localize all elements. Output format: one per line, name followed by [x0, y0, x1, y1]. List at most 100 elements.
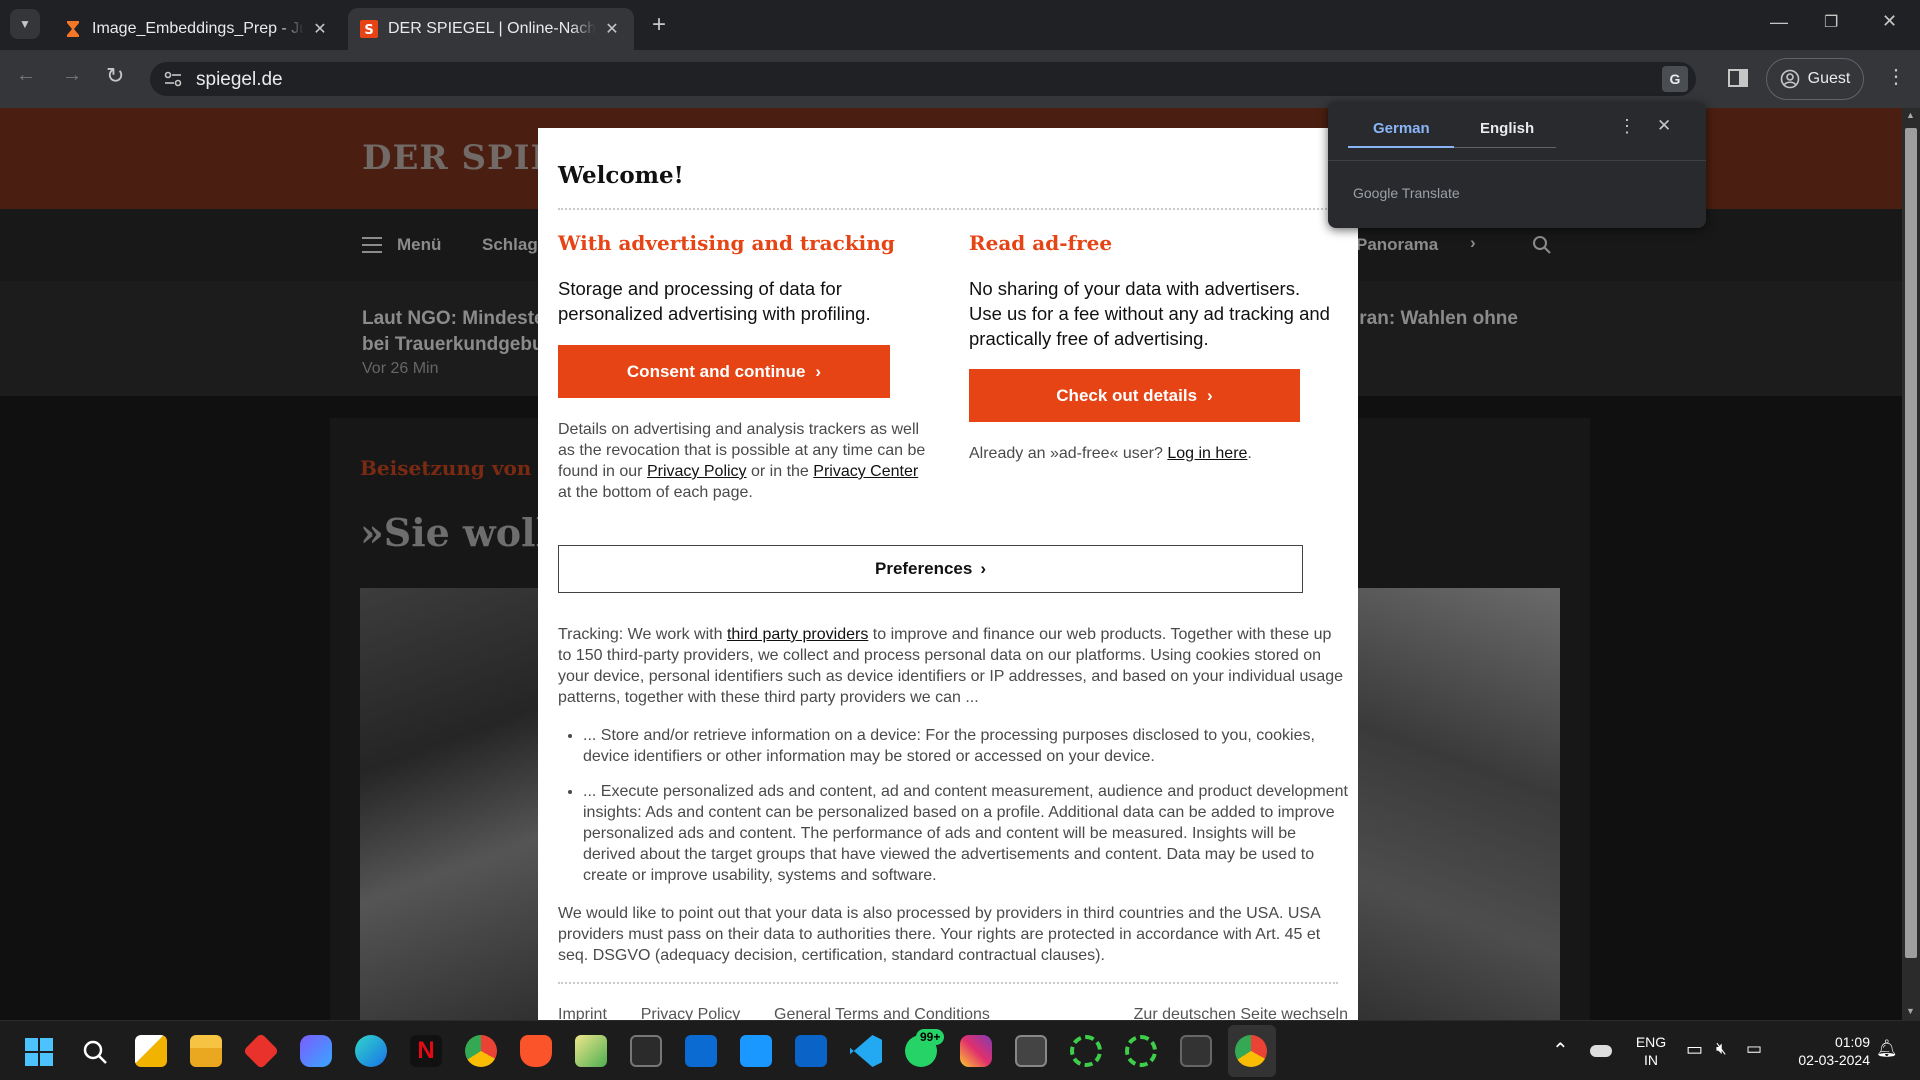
divider: [558, 982, 1338, 984]
app-icon-window[interactable]: [1015, 1035, 1047, 1067]
nav-menu[interactable]: Menü: [397, 235, 441, 255]
menu-icon[interactable]: ⋮: [1886, 64, 1906, 89]
chevron-right-icon: ›: [980, 559, 986, 578]
tab-underline: [1454, 147, 1556, 148]
privacy-policy-footer-link[interactable]: Privacy Policy: [641, 1006, 741, 1020]
display-icon[interactable]: ▭: [1686, 1039, 1703, 1060]
period: .: [1247, 445, 1252, 462]
forward-icon[interactable]: →: [62, 64, 82, 87]
close-tab-icon[interactable]: ✕: [602, 19, 622, 39]
address-bar[interactable]: spiegel.de G: [150, 62, 1696, 96]
battery-icon[interactable]: ▭: [1746, 1039, 1762, 1059]
german-page-link[interactable]: Zur deutschen Seite wechseln: [1134, 1006, 1348, 1020]
photos-icon[interactable]: [575, 1035, 607, 1067]
imprint-link[interactable]: Imprint: [558, 1006, 607, 1020]
google-translate-branding: Google Translate: [1353, 185, 1460, 201]
dialog-title: Welcome!: [558, 162, 684, 189]
brave-icon[interactable]: [520, 1035, 552, 1067]
tab-search-icon[interactable]: ▼: [10, 9, 40, 39]
site-info-icon[interactable]: [164, 71, 182, 87]
right-heading: Read ad-free: [969, 231, 1113, 255]
hourglass-icon: [67, 21, 79, 37]
dialog-footer: Imprint Privacy Policy General Terms and…: [558, 1006, 1348, 1020]
instagram-icon[interactable]: [960, 1035, 992, 1067]
terminal-icon[interactable]: [630, 1035, 662, 1067]
back-icon[interactable]: ←: [16, 64, 36, 87]
app-icon-ring-2[interactable]: [1125, 1035, 1157, 1067]
restore-icon[interactable]: ❐: [1824, 12, 1838, 32]
third-party-link[interactable]: third party providers: [727, 626, 868, 643]
notification-bell-icon[interactable]: 🔔︎: [1876, 1039, 1898, 1059]
tab-title: Image_Embeddings_Prep - Jupyter: [92, 20, 304, 37]
left-details: Details on advertising and analysis trac…: [558, 419, 933, 503]
sidepanel-icon[interactable]: [1728, 69, 1748, 87]
purpose-list: ... Store and/or retrieve information on…: [558, 725, 1348, 900]
edge-icon[interactable]: [355, 1035, 387, 1067]
store-icon[interactable]: [685, 1035, 717, 1067]
vscode-icon[interactable]: [850, 1035, 882, 1067]
more-options-icon[interactable]: ⋮: [1618, 116, 1636, 137]
svg-text:S: S: [364, 23, 373, 38]
account-icon: [1780, 69, 1799, 89]
netflix-icon[interactable]: N: [410, 1035, 442, 1067]
preferences-label: Preferences: [874, 559, 973, 578]
translate-icon[interactable]: G: [1662, 66, 1688, 92]
consent-dialog: Welcome! With advertising and tracking S…: [538, 128, 1358, 1020]
privacy-policy-link[interactable]: Privacy Policy: [647, 463, 747, 480]
time: 01:09: [1834, 1034, 1870, 1050]
details-text: or in the: [751, 463, 809, 480]
close-icon[interactable]: ✕: [1657, 116, 1671, 136]
file-explorer-icon[interactable]: [190, 1035, 222, 1067]
hamburger-icon[interactable]: [362, 237, 382, 253]
app-icon-red[interactable]: [242, 1032, 280, 1070]
chrome-active-icon[interactable]: [1235, 1035, 1267, 1067]
divider: [558, 208, 1338, 210]
outlook-icon[interactable]: [795, 1035, 827, 1067]
profile-button[interactable]: Guest: [1766, 58, 1864, 100]
terms-link[interactable]: General Terms and Conditions: [774, 1006, 990, 1020]
check-out-details-button[interactable]: Check out details ›: [969, 369, 1300, 422]
onedrive-icon[interactable]: [1590, 1045, 1612, 1057]
tab-spiegel[interactable]: S DER SPIEGEL | Online-Nachrichten ✕: [348, 8, 634, 50]
tab-german[interactable]: German: [1373, 120, 1430, 137]
close-tab-icon[interactable]: ✕: [310, 19, 330, 39]
language-indicator[interactable]: ENG IN: [1630, 1033, 1672, 1069]
prime-video-icon[interactable]: [740, 1035, 772, 1067]
scroll-up-icon[interactable]: ▲: [1906, 110, 1915, 120]
consent-button[interactable]: Consent and continue ›: [558, 345, 890, 398]
scrollbar-thumb[interactable]: [1905, 128, 1917, 958]
new-tab-icon[interactable]: +: [652, 11, 666, 39]
minimize-icon[interactable]: —: [1770, 12, 1788, 33]
login-link[interactable]: Log in here: [1167, 445, 1247, 462]
tab-jupyter[interactable]: Image_Embeddings_Prep - Jupyter ✕: [52, 8, 342, 50]
ticker-text-2[interactable]: bei Trauerkundgebu: [362, 334, 544, 356]
tracking-intro: Tracking: We work with: [558, 626, 723, 643]
app-icon-ring-1[interactable]: [1070, 1035, 1102, 1067]
widgets-icon[interactable]: [135, 1035, 167, 1067]
left-heading: With advertising and tracking: [558, 231, 895, 255]
terminal-app-icon[interactable]: [1180, 1035, 1212, 1067]
privacy-center-link[interactable]: Privacy Center: [813, 463, 918, 480]
ticker-text-1[interactable]: Laut NGO: Mindeste: [362, 308, 545, 330]
check-out-button-label: Check out details: [1056, 385, 1198, 405]
scroll-down-icon[interactable]: ▼: [1906, 1006, 1915, 1016]
preferences-button[interactable]: Preferences ›: [558, 545, 1303, 593]
search-icon[interactable]: [1532, 235, 1552, 255]
date: 02-03-2024: [1798, 1052, 1870, 1068]
nav-item-panorama[interactable]: Panorama: [1356, 235, 1438, 255]
copilot-icon[interactable]: [300, 1035, 332, 1067]
windows-start-icon[interactable]: [24, 1037, 54, 1067]
clock[interactable]: 01:09 02-03-2024: [1780, 1033, 1870, 1069]
chevron-up-icon[interactable]: ⌃: [1552, 1038, 1569, 1063]
already-text: Already an »ad-free« user?: [969, 445, 1163, 462]
ticker-text-right[interactable]: Iran: Wahlen ohne: [1354, 308, 1518, 330]
reload-icon[interactable]: ↻: [106, 63, 124, 89]
chrome-icon[interactable]: [465, 1035, 497, 1067]
tab-english[interactable]: English: [1480, 120, 1534, 137]
muted-volume-icon[interactable]: 🔇︎: [1716, 1039, 1727, 1059]
whatsapp-badge: 99+: [916, 1029, 945, 1045]
nav-next-icon[interactable]: ›: [1470, 233, 1476, 253]
search-icon[interactable]: [81, 1038, 109, 1066]
page-scrollbar[interactable]: ▲ ▼: [1902, 108, 1920, 1020]
close-window-icon[interactable]: ✕: [1882, 11, 1897, 32]
